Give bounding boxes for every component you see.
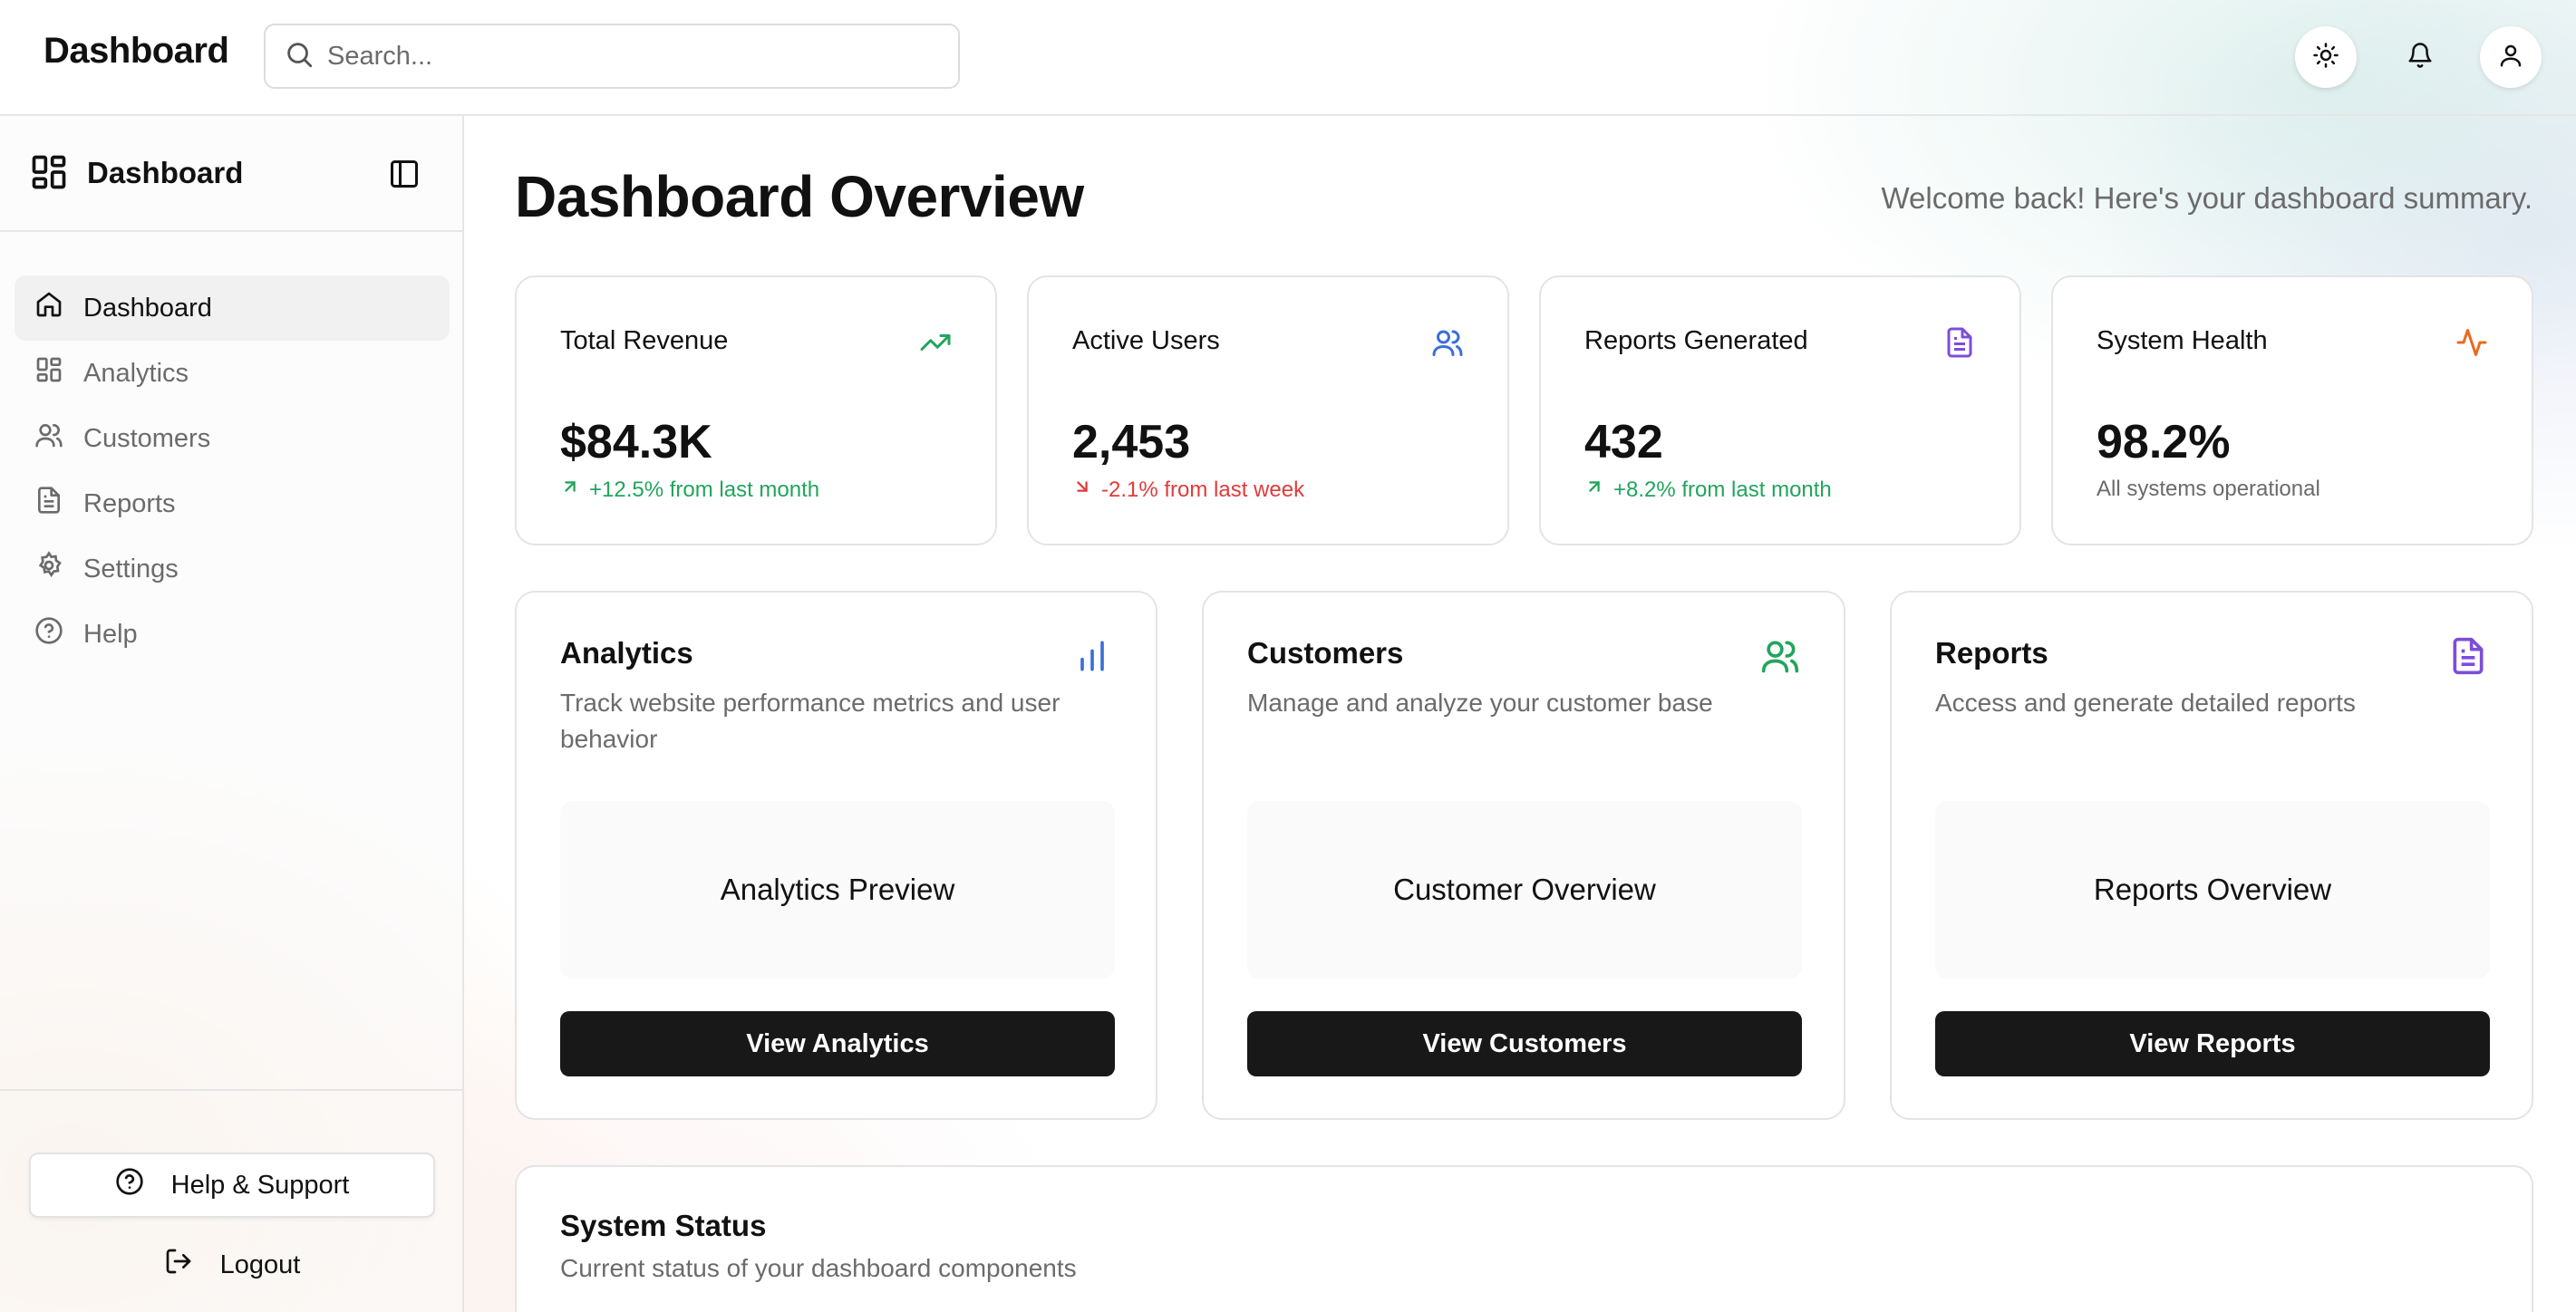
- help-support-button[interactable]: Help & Support: [29, 1153, 435, 1218]
- users-icon: [1431, 326, 1464, 359]
- search-input[interactable]: [327, 41, 925, 72]
- gear-icon: [34, 551, 83, 587]
- logout-label: Logout: [219, 1249, 301, 1279]
- feature-card-reports: Reports Access and generate detailed rep…: [1890, 591, 2533, 1120]
- sidebar-item-reports[interactable]: Reports: [15, 471, 450, 536]
- stat-label: Total Revenue: [560, 326, 729, 355]
- sidebar-item-settings[interactable]: Settings: [15, 536, 450, 602]
- activity-icon: [2455, 326, 2488, 359]
- stat-label: System Health: [2097, 326, 2268, 355]
- stat-label: Reports Generated: [1584, 326, 1808, 355]
- reports-overview-preview: Reports Overview: [1935, 801, 2490, 979]
- user-icon: [2497, 42, 2524, 73]
- stat-value: 432: [1584, 416, 1663, 468]
- arrow-down-right-icon: [1072, 477, 1101, 503]
- sidebar-header: Dashboard: [0, 116, 462, 232]
- system-status-subtitle: Current status of your dashboard compone…: [560, 1254, 1077, 1282]
- bell-icon: [2407, 42, 2434, 73]
- stat-change-text: -2.1% from last week: [1101, 477, 1305, 502]
- sidebar-title: Dashboard: [87, 156, 244, 189]
- file-icon: [2448, 636, 2488, 676]
- stat-card-system-health: System Health 98.2% All systems operatio…: [2051, 275, 2533, 545]
- stat-change: -2.1% from last week: [1072, 477, 1304, 503]
- feature-title: Reports: [1935, 636, 2048, 670]
- stat-label: Active Users: [1072, 326, 1220, 355]
- sidebar-nav: Dashboard Analytics Customers Reports Se…: [15, 275, 450, 667]
- sidebar-item-label: Customers: [83, 423, 211, 453]
- arrow-up-right-icon: [560, 477, 589, 503]
- help-circle-icon: [34, 616, 83, 652]
- notifications-button[interactable]: [2389, 26, 2451, 88]
- stat-change-text: All systems operational: [2097, 477, 2320, 501]
- arrow-up-right-icon: [1584, 477, 1613, 503]
- feature-description: Track website performance metrics and us…: [560, 689, 1060, 753]
- home-icon: [34, 290, 83, 326]
- trending-up-icon: [919, 326, 952, 359]
- stat-change: All systems operational: [2097, 477, 2320, 502]
- stat-change: +8.2% from last month: [1584, 477, 1832, 503]
- sidebar-item-help[interactable]: Help: [15, 602, 450, 667]
- app-title: Dashboard: [44, 31, 229, 71]
- user-menu-button[interactable]: [2480, 26, 2542, 88]
- sidebar-toggle-icon[interactable]: [388, 158, 421, 190]
- logout-icon: [164, 1247, 220, 1283]
- file-icon: [1943, 326, 1976, 359]
- users-icon: [1760, 636, 1800, 676]
- search-box[interactable]: [264, 24, 960, 89]
- sidebar-item-analytics[interactable]: Analytics: [15, 341, 450, 406]
- sidebar-item-label: Help: [83, 619, 138, 649]
- sidebar-item-label: Reports: [83, 488, 176, 518]
- stat-card-active-users: Active Users 2,453 -2.1% from last week: [1027, 275, 1509, 545]
- feature-description: Manage and analyze your customer base: [1247, 689, 1713, 717]
- sidebar-item-label: Analytics: [83, 358, 189, 388]
- stat-change-text: +12.5% from last month: [589, 477, 820, 502]
- system-status-title: System Status: [560, 1209, 767, 1242]
- feature-card-customers: Customers Manage and analyze your custom…: [1202, 591, 1845, 1120]
- customer-overview-preview: Customer Overview: [1247, 801, 1802, 979]
- help-circle-icon: [115, 1167, 171, 1203]
- feature-title: Customers: [1247, 636, 1404, 670]
- sidebar-item-dashboard[interactable]: Dashboard: [15, 275, 450, 341]
- theme-toggle-button[interactable]: [2295, 26, 2357, 88]
- stat-change: +12.5% from last month: [560, 477, 819, 503]
- sun-icon: [2312, 42, 2339, 73]
- analytics-preview: Analytics Preview: [560, 801, 1115, 979]
- bar-chart-icon: [1072, 636, 1112, 676]
- feature-title: Analytics: [560, 636, 693, 670]
- view-analytics-button[interactable]: View Analytics: [560, 1011, 1115, 1076]
- stat-card-total-revenue: Total Revenue $84.3K +12.5% from last mo…: [515, 275, 997, 545]
- logout-button[interactable]: Logout: [29, 1232, 435, 1298]
- page-title: Dashboard Overview: [515, 164, 1084, 229]
- dashboard-logo-icon: [29, 152, 69, 192]
- stat-value: 98.2%: [2097, 416, 2231, 468]
- search-icon: [284, 39, 315, 74]
- view-reports-button[interactable]: View Reports: [1935, 1011, 2490, 1076]
- stat-card-reports-generated: Reports Generated 432 +8.2% from last mo…: [1539, 275, 2021, 545]
- view-customers-button[interactable]: View Customers: [1247, 1011, 1802, 1076]
- sidebar-item-customers[interactable]: Customers: [15, 406, 450, 471]
- top-header: Dashboard: [0, 0, 2576, 116]
- sidebar-item-label: Dashboard: [83, 293, 212, 323]
- welcome-message: Welcome back! Here's your dashboard summ…: [1881, 181, 2532, 215]
- users-icon: [34, 420, 83, 457]
- feature-description: Access and generate detailed reports: [1935, 689, 2356, 717]
- grid-icon: [34, 355, 83, 391]
- sidebar: Dashboard Dashboard Analytics Customers …: [0, 116, 464, 1312]
- help-support-label: Help & Support: [170, 1170, 350, 1200]
- stat-change-text: +8.2% from last month: [1613, 477, 1832, 502]
- system-status-card: System Status Current status of your das…: [515, 1165, 2533, 1312]
- stat-value: 2,453: [1072, 416, 1191, 468]
- file-icon: [34, 486, 83, 522]
- sidebar-footer: Help & Support Logout: [0, 1089, 462, 1312]
- sidebar-item-label: Settings: [83, 554, 179, 584]
- stat-value: $84.3K: [560, 416, 712, 468]
- feature-card-analytics: Analytics Track website performance metr…: [515, 591, 1157, 1120]
